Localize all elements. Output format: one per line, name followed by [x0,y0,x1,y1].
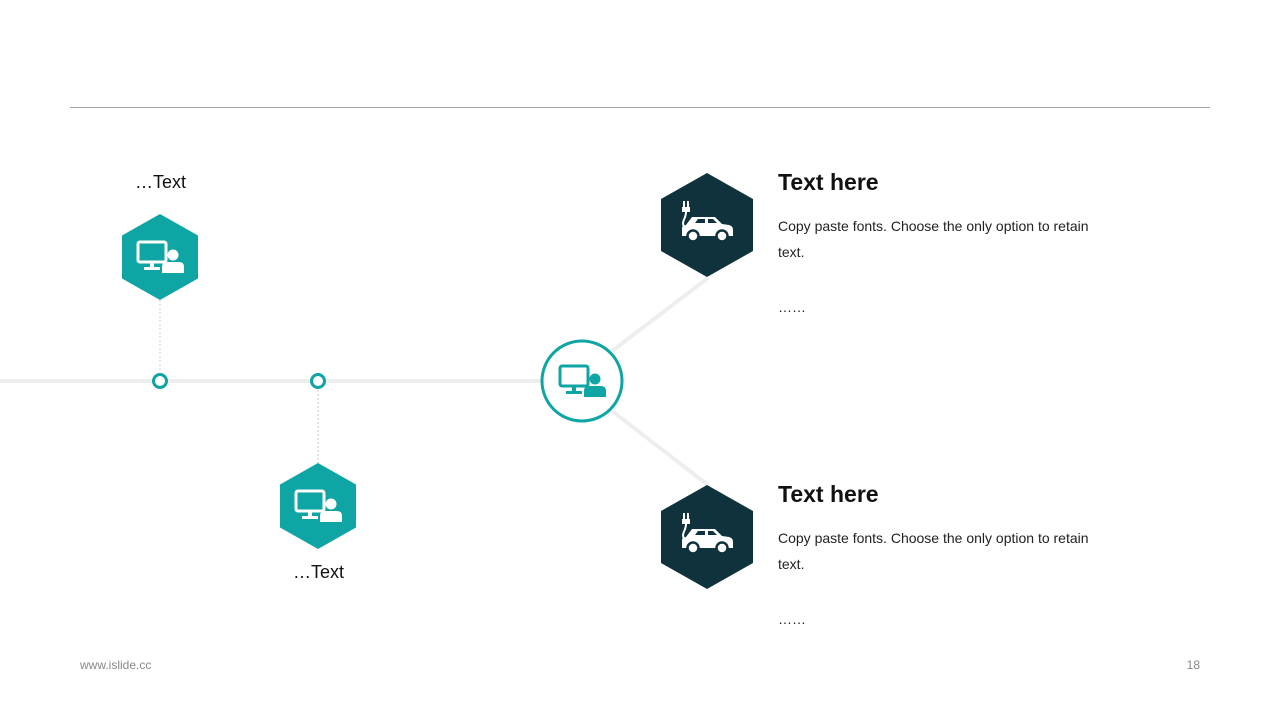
upper-branch-line [610,276,710,353]
hexagon-node-2 [280,463,356,549]
item-1-title: Text here [778,169,879,195]
footer-website[interactable]: www.islide.cc [80,658,151,672]
item-1-ellipsis: …… [778,299,806,315]
car-hexagon-1 [661,173,753,277]
slide: …Text …Text Text here Copy paste fonts. … [0,0,1280,720]
center-node [540,339,624,423]
timeline-diagram [0,173,753,589]
item-2-title: Text here [778,481,879,507]
hexagon-node-1 [122,214,198,300]
car-hexagon-2 [661,485,753,589]
page-number: 18 [1186,658,1200,672]
timeline-marker-2 [310,373,326,389]
item-2-ellipsis: …… [778,611,806,627]
node-2-label: …Text [293,562,345,582]
lower-branch-line [610,409,710,487]
timeline-marker-1 [152,373,168,389]
node-1-label: …Text [135,172,187,192]
item-1-description: Copy paste fonts. Choose the only option… [778,218,1089,260]
item-2-description: Copy paste fonts. Choose the only option… [778,530,1089,572]
